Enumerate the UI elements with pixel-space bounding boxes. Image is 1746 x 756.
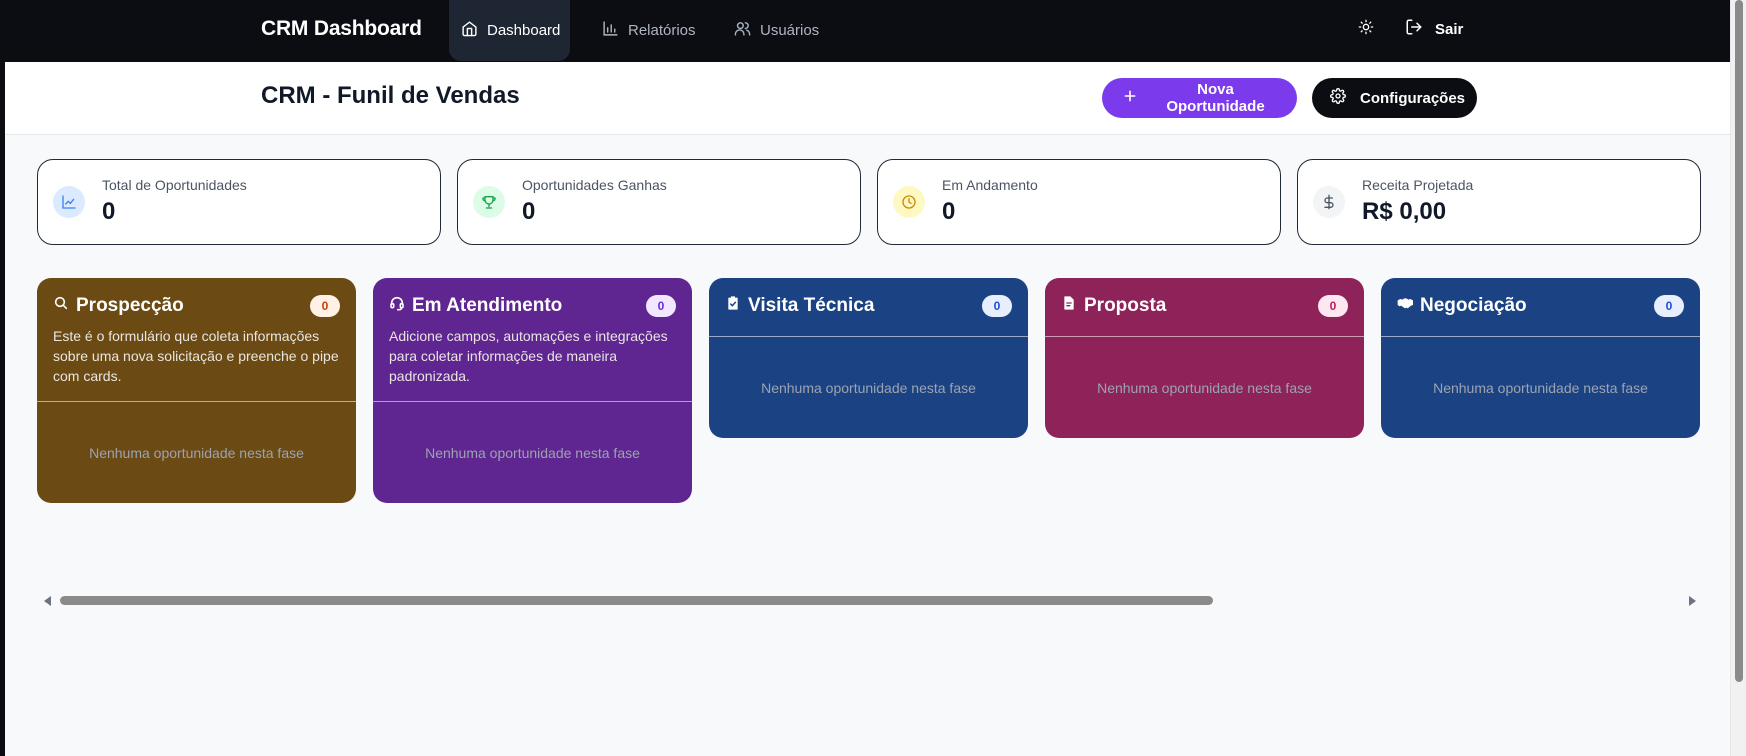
- stat-card-total: Total de Oportunidades 0: [37, 159, 441, 245]
- button-label: Configurações: [1360, 89, 1466, 107]
- count-badge: 0: [982, 295, 1012, 317]
- plus-icon: [1122, 88, 1138, 108]
- bar-chart-icon: [602, 20, 619, 41]
- stat-value: 0: [522, 198, 536, 225]
- top-navbar: CRM Dashboard Dashboard Relatórios Usuár…: [5, 0, 1730, 62]
- count-badge: 0: [646, 295, 676, 317]
- column-title-label: Prospecção: [76, 295, 184, 316]
- pipeline-column-proposta: Proposta 0 Nenhuma oportunidade nesta fa…: [1045, 278, 1364, 438]
- stat-value: R$ 0,00: [1362, 198, 1447, 225]
- vertical-scrollbar[interactable]: [1730, 0, 1746, 756]
- column-title: Negociação: [1397, 295, 1527, 317]
- nav-item-label: Dashboard: [487, 22, 561, 39]
- theme-toggle-button[interactable]: [1358, 19, 1380, 41]
- pipeline-column-visita-tecnica: Visita Técnica 0 Nenhuma oportunidade ne…: [709, 278, 1028, 438]
- count-badge: 0: [1654, 295, 1684, 317]
- column-header: Proposta 0: [1045, 278, 1364, 337]
- pipeline-column-negociacao: Negociação 0 Nenhuma oportunidade nesta …: [1381, 278, 1700, 438]
- column-title-label: Em Atendimento: [412, 295, 563, 316]
- count-badge: 0: [1318, 295, 1348, 317]
- stat-label: Total de Oportunidades: [102, 177, 247, 193]
- nav-item-usuarios[interactable]: Usuários: [722, 0, 831, 61]
- column-description: Adicione campos, automações e integraçõe…: [389, 328, 668, 384]
- trend-chart-icon: [53, 186, 85, 218]
- horizontal-scrollbar[interactable]: [40, 592, 1700, 608]
- pipeline-column-prospeccao: Prospecção 0 Este é o formulário que col…: [37, 278, 356, 503]
- column-header: Em Atendimento 0 Adicione campos, automa…: [373, 278, 692, 402]
- stat-card-in-progress: Em Andamento 0: [877, 159, 1281, 245]
- column-title-label: Proposta: [1084, 295, 1167, 316]
- logout-button[interactable]: Sair: [1405, 0, 1463, 58]
- empty-state: Nenhuma oportunidade nesta fase: [425, 444, 640, 461]
- empty-state: Nenhuma oportunidade nesta fase: [89, 444, 304, 461]
- logout-icon: [1405, 18, 1423, 40]
- brand-title: CRM Dashboard: [261, 17, 422, 40]
- column-title-label: Visita Técnica: [748, 295, 875, 316]
- home-icon: [461, 20, 478, 41]
- document-icon: [1061, 295, 1077, 317]
- column-title: Prospecção: [53, 295, 184, 317]
- settings-button[interactable]: Configurações: [1312, 78, 1477, 118]
- scrollbar-thumb[interactable]: [60, 596, 1213, 605]
- search-icon: [53, 295, 69, 317]
- button-label: Nova Oportunidade: [1166, 81, 1265, 115]
- scroll-left-arrow-icon[interactable]: [44, 596, 51, 606]
- empty-state: Nenhuma oportunidade nesta fase: [1433, 379, 1648, 396]
- stat-value: 0: [942, 198, 956, 225]
- column-header: Prospecção 0 Este é o formulário que col…: [37, 278, 356, 402]
- logout-label: Sair: [1435, 20, 1464, 38]
- column-title: Visita Técnica: [725, 295, 874, 317]
- sun-icon: [1358, 19, 1374, 39]
- stat-card-won: Oportunidades Ganhas 0: [457, 159, 861, 245]
- clock-icon: [893, 186, 925, 218]
- stat-label: Em Andamento: [942, 177, 1038, 193]
- count-badge: 0: [310, 295, 340, 317]
- page-title: CRM - Funil de Vendas: [261, 82, 520, 109]
- trophy-icon: [473, 186, 505, 218]
- clipboard-check-icon: [725, 295, 741, 317]
- stat-card-revenue: Receita Projetada R$ 0,00: [1297, 159, 1701, 245]
- headset-icon: [389, 295, 405, 317]
- nav-item-relatorios[interactable]: Relatórios: [590, 0, 708, 61]
- column-description: Este é o formulário que coleta informaçõ…: [53, 328, 339, 384]
- scrollbar-thumb[interactable]: [1735, 0, 1743, 682]
- column-title-label: Negociação: [1420, 295, 1527, 316]
- handshake-icon: [1397, 295, 1413, 317]
- nav-item-label: Relatórios: [628, 22, 696, 39]
- gear-icon: [1330, 88, 1346, 108]
- users-icon: [734, 20, 751, 41]
- stat-label: Oportunidades Ganhas: [522, 177, 667, 193]
- page-header: CRM - Funil de Vendas Nova Oportunidade …: [5, 62, 1730, 135]
- stat-value: 0: [102, 198, 116, 225]
- empty-state: Nenhuma oportunidade nesta fase: [761, 379, 976, 396]
- pipeline-column-em-atendimento: Em Atendimento 0 Adicione campos, automa…: [373, 278, 692, 503]
- dollar-icon: [1313, 186, 1345, 218]
- stat-label: Receita Projetada: [1362, 177, 1474, 193]
- column-title: Em Atendimento: [389, 295, 562, 317]
- column-header: Visita Técnica 0: [709, 278, 1028, 337]
- nav-item-label: Usuários: [760, 22, 820, 39]
- empty-state: Nenhuma oportunidade nesta fase: [1097, 379, 1312, 396]
- new-opportunity-button[interactable]: Nova Oportunidade: [1102, 78, 1297, 118]
- column-title: Proposta: [1061, 295, 1166, 317]
- nav-item-dashboard[interactable]: Dashboard: [449, 0, 570, 61]
- column-header: Negociação 0: [1381, 278, 1700, 337]
- scroll-right-arrow-icon[interactable]: [1689, 596, 1696, 606]
